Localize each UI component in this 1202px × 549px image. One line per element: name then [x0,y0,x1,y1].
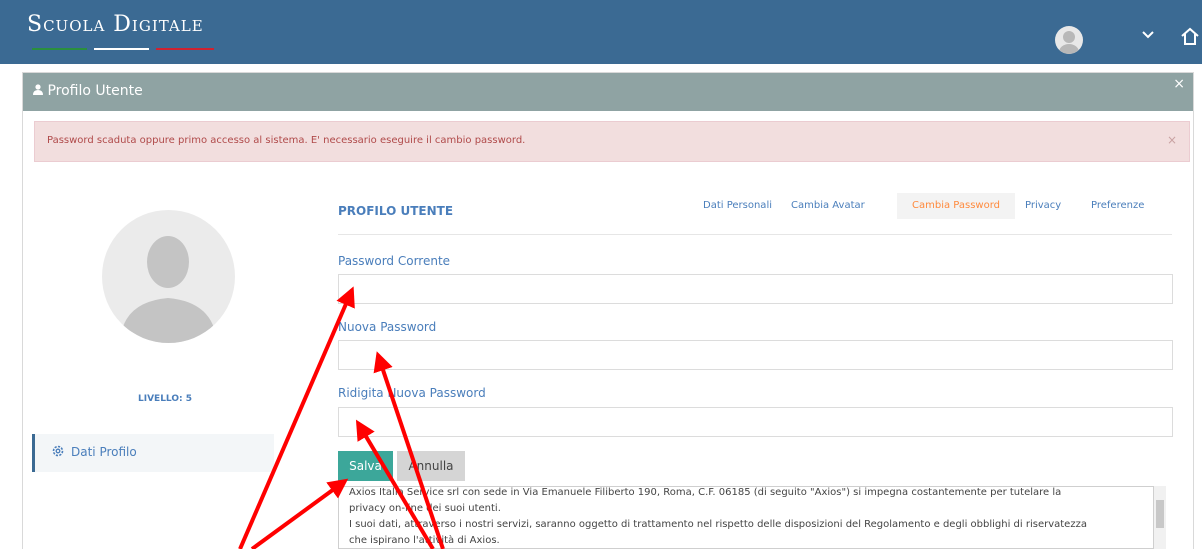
privacy-text-box[interactable]: Axios Italia Service srl con sede in Via… [338,486,1154,549]
logo-line-green [32,48,87,50]
confirm-password-label: Ridigita Nuova Password [338,386,486,400]
section-title: PROFILO UTENTE [338,204,454,218]
confirm-password-input[interactable] [338,407,1173,437]
current-password-input[interactable] [338,274,1173,304]
chevron-down-icon[interactable] [1142,28,1154,44]
modal-header: Profilo Utente × [23,73,1193,111]
privacy-line: I suoi dati, attraverso i nostri servizi… [349,519,1087,530]
sidebar-item-dati-profilo[interactable]: Dati Profilo [32,434,274,472]
alert-close-button[interactable]: × [1167,133,1177,147]
sidebar-item-label: Dati Profilo [71,445,137,459]
tab-cambia-password[interactable]: Cambia Password [897,193,1015,219]
logo-underline [32,48,217,52]
modal-close-button[interactable]: × [1173,76,1185,92]
privacy-scrollbar[interactable] [1154,486,1166,549]
password-expired-alert: Password scaduta oppure primo accesso al… [34,121,1190,162]
app-logo[interactable]: Scuola Digitale [27,12,204,37]
modal-title: Profilo Utente [33,83,143,99]
privacy-line: che ispirano l'attività di Axios. [349,535,500,546]
tab-cambia-avatar[interactable]: Cambia Avatar [791,193,871,219]
tab-dati-personali[interactable]: Dati Personali [703,193,781,219]
user-avatar[interactable] [1055,26,1083,54]
user-silhouette-icon [1059,31,1079,54]
privacy-line: Axios Italia Service srl con sede in Via… [349,487,1062,498]
alert-text: Password scaduta oppure primo accesso al… [47,135,526,146]
section-divider [338,234,1172,235]
user-level: LIVELLO: 5 [138,394,192,404]
logo-line-white [94,48,149,50]
logo-line-red [156,48,214,50]
top-navbar: Scuola Digitale [0,0,1202,64]
user-silhouette-icon [120,236,217,343]
privacy-text: Axios Italia Service srl con sede in Via… [349,487,1153,548]
new-password-label: Nuova Password [338,320,437,334]
modal-title-text: Profilo Utente [47,83,143,99]
profile-avatar [102,210,235,343]
new-password-input[interactable] [338,340,1173,370]
tab-preferenze[interactable]: Preferenze [1091,193,1161,219]
save-button[interactable]: Salva [338,451,393,481]
gear-icon [51,444,65,462]
home-icon[interactable] [1180,26,1200,51]
scrollbar-thumb[interactable] [1156,500,1164,528]
privacy-line: privacy on-line dei suoi utenti. [349,503,501,514]
current-password-label: Password Corrente [338,254,451,268]
user-icon [33,83,47,99]
cancel-button[interactable]: Annulla [397,451,465,481]
tab-privacy[interactable]: Privacy [1025,193,1073,219]
